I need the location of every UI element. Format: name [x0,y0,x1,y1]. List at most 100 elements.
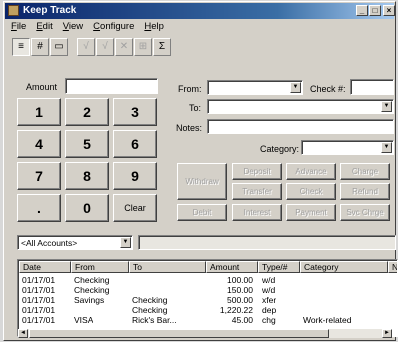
table-cell: Savings [74,295,105,305]
table-cell: 01/17/01 [22,315,56,325]
table-cell: Checking [74,275,110,285]
maximize-button[interactable]: □ [369,5,381,16]
register-grid-icon[interactable]: # [31,38,49,56]
service-charge-button[interactable]: Svc Chrge [340,204,390,221]
menu-edit[interactable]: Edit [35,21,53,35]
table-cell: 1,220.22 [219,305,253,315]
window-title: Keep Track [23,5,77,16]
scroll-thumb[interactable] [29,329,329,338]
menu-view[interactable]: View [62,21,84,35]
advance-button[interactable]: Advance [286,163,336,180]
register-list[interactable]: Date From To Amount Type/# Category N 01… [17,259,398,337]
amount-label: Amount [26,82,58,92]
key-4[interactable]: 4 [17,130,61,158]
sum-icon[interactable]: Σ [153,38,171,56]
table-cell: 01/17/01 [22,275,56,285]
keep-track-window: Keep Track _ □ × File Edit View Configur… [3,1,398,341]
split-icon[interactable]: ⊞ [134,38,152,56]
key-3[interactable]: 3 [113,98,157,126]
table-cell: chg [262,315,276,325]
key-9[interactable]: 9 [113,162,157,190]
transfer-button[interactable]: Transfer [232,183,282,200]
key-0[interactable]: 0 [65,194,109,222]
menu-file[interactable]: File [10,21,27,35]
column-header-notes[interactable]: N [388,261,397,273]
key-5[interactable]: 5 [65,130,109,158]
menu-help[interactable]: Help [143,21,165,35]
table-cell: 01/17/01 [22,305,56,315]
notes-label: Notes: [176,123,203,133]
category-label: Category: [260,144,300,154]
key-6[interactable]: 6 [113,130,157,158]
table-cell: Checking [132,295,168,305]
column-header-date[interactable]: Date [19,261,71,273]
clear-button[interactable]: Clear [113,194,157,222]
entry-form-icon[interactable]: ≡ [12,38,30,56]
table-cell: 150.00 [227,285,253,295]
table-cell: xfer [262,295,277,305]
minimize-button[interactable]: _ [356,5,368,16]
key-1[interactable]: 1 [17,98,61,126]
scroll-right-icon[interactable]: ► [382,329,392,338]
menu-configure[interactable]: Configure [92,21,135,35]
column-header-to[interactable]: To [129,261,206,273]
key-8[interactable]: 8 [65,162,109,190]
key-2[interactable]: 2 [65,98,109,126]
table-cell: Rick's Bar... [132,315,177,325]
chevron-down-icon[interactable]: ▼ [120,237,131,248]
notes-input[interactable] [207,119,394,134]
check-all-icon[interactable]: √ [96,38,114,56]
table-cell: 45.00 [231,315,253,325]
close-button[interactable]: × [383,5,395,16]
table-cell: 100.00 [227,275,253,285]
table-cell: 500.00 [227,295,253,305]
from-label: From: [178,84,202,94]
to-label: To: [189,103,202,113]
check-icon[interactable]: √ [77,38,95,56]
withdraw-button[interactable]: Withdraw [177,163,227,200]
scroll-left-icon[interactable]: ◄ [18,329,28,338]
charge-button[interactable]: Charge [340,163,390,180]
accounts-icon[interactable]: ▭ [50,38,68,56]
table-cell: VISA [74,315,94,325]
column-header-type[interactable]: Type/# [258,261,300,273]
refund-button[interactable]: Refund [340,183,390,200]
check-button[interactable]: Check [286,183,336,200]
key-decimal[interactable]: . [17,194,61,222]
column-header-from[interactable]: From [71,261,129,273]
table-cell: Checking [132,305,168,315]
account-filter-select[interactable]: <All Accounts> ▼ [17,235,133,250]
account-filter-value: <All Accounts> [21,238,78,248]
interest-button[interactable]: Interest [232,204,282,221]
check-number-label: Check #: [310,84,346,94]
debit-button[interactable]: Debit [177,204,227,221]
column-header-amount[interactable]: Amount [206,261,258,273]
category-select[interactable]: ▼ [301,140,394,155]
to-select[interactable]: ▼ [207,99,394,114]
status-field [138,235,396,250]
table-cell: 01/17/01 [22,285,56,295]
deposit-button[interactable]: Deposit [232,163,282,180]
check-number-input[interactable] [350,79,394,95]
table-cell: w/d [262,285,276,295]
table-cell: 01/17/01 [22,295,56,305]
table-cell: Checking [74,285,110,295]
title-bar[interactable]: Keep Track _ □ × [5,3,395,19]
amount-input[interactable] [65,78,158,94]
keypad: 1 2 3 4 5 6 7 8 9 . 0 Clear [17,98,157,226]
app-icon [8,5,19,16]
menu-bar: File Edit View Configure Help [10,21,165,35]
chevron-down-icon[interactable]: ▼ [290,82,301,93]
table-cell: w/d [262,275,276,285]
payment-button[interactable]: Payment [286,204,336,221]
table-cell: dep [262,305,277,315]
toolbar: ≡ # ▭ √ √ ✕ ⊞ Σ [12,38,172,60]
delete-icon[interactable]: ✕ [115,38,133,56]
table-cell: Work-related [303,315,352,325]
chevron-down-icon[interactable]: ▼ [381,101,392,112]
from-select[interactable]: ▼ [207,80,303,95]
horizontal-scrollbar[interactable]: ◄ ► [18,329,392,338]
column-header-category[interactable]: Category [300,261,388,273]
chevron-down-icon[interactable]: ▼ [381,142,392,153]
key-7[interactable]: 7 [17,162,61,190]
